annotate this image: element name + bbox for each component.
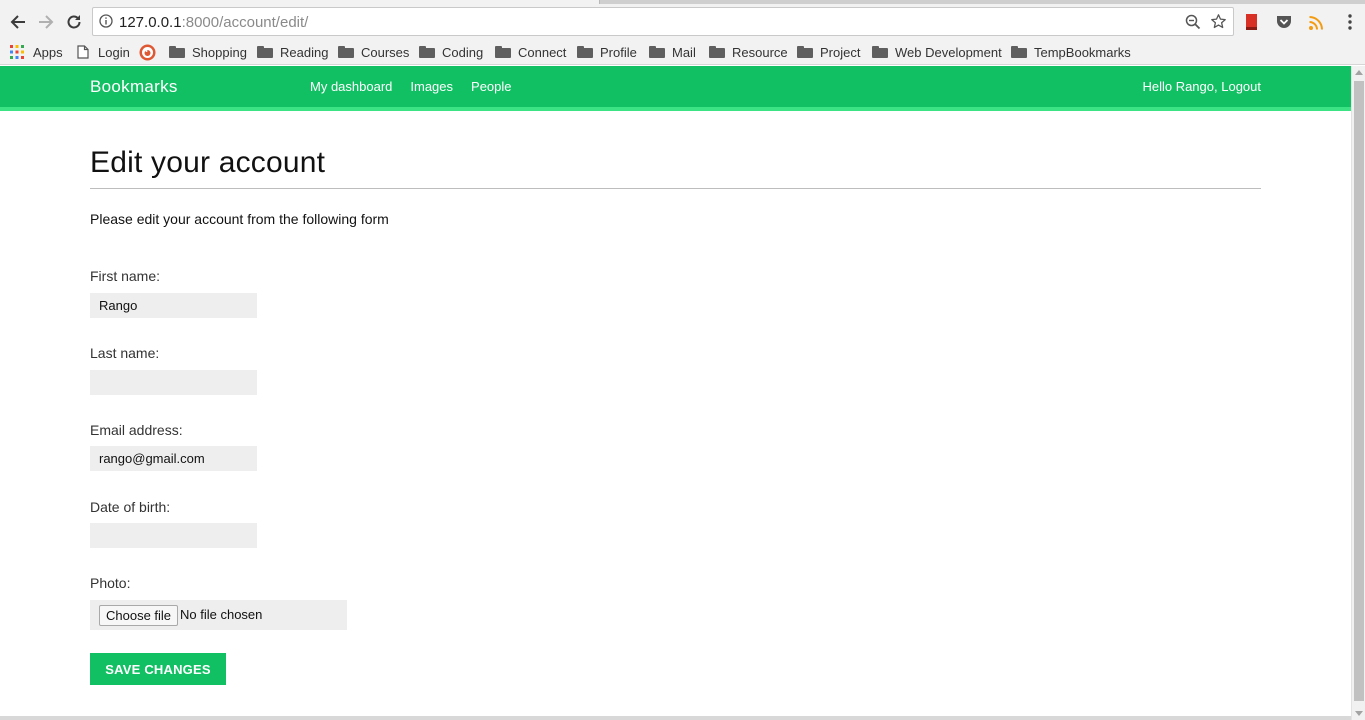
folder-icon <box>1011 46 1027 58</box>
date-of-birth-label: Date of birth: <box>90 499 171 515</box>
bookmark-duckduckgo[interactable] <box>139 42 156 62</box>
bookmark-label: Coding <box>442 44 484 60</box>
forward-arrow-icon <box>39 15 54 29</box>
back-arrow-icon <box>10 15 25 29</box>
folder-icon <box>169 46 185 58</box>
bookmark-folder-profile[interactable]: Profile <box>577 42 637 62</box>
bookmark-label: Login <box>98 44 130 60</box>
bookmark-label: TempBookmarks <box>1034 44 1131 60</box>
folder-icon <box>649 46 665 58</box>
page-scrollbar[interactable] <box>1351 66 1365 720</box>
page-viewport: Bookmarks My dashboard Images People Hel… <box>0 66 1351 720</box>
email-input[interactable] <box>90 446 257 471</box>
bookmark-folder-courses[interactable]: Courses <box>338 42 409 62</box>
page-title: Edit your account <box>90 146 1261 189</box>
bookmark-label: Shopping <box>192 44 247 60</box>
bookmark-folder-project[interactable]: Project <box>797 42 860 62</box>
pocket-extension-icon[interactable] <box>1274 12 1294 32</box>
site-header: Bookmarks My dashboard Images People Hel… <box>0 66 1351 111</box>
bookmark-label: Profile <box>600 44 637 60</box>
folder-icon <box>338 46 354 58</box>
bookmark-folder-coding[interactable]: Coding <box>419 42 483 62</box>
menu-images[interactable]: Images <box>410 79 453 94</box>
bookmark-label: Courses <box>361 44 410 60</box>
folder-icon <box>419 46 435 58</box>
last-name-input[interactable] <box>90 370 257 395</box>
zoom-out-icon[interactable] <box>1185 14 1201 30</box>
user-greeting: Hello Rango, <box>1142 79 1218 94</box>
book-extension-icon[interactable] <box>1242 12 1262 32</box>
duckduckgo-icon <box>139 44 156 60</box>
email-label: Email address: <box>90 422 183 438</box>
bookmark-label: Mail <box>672 44 696 60</box>
bookmark-label: Connect <box>518 44 567 60</box>
main-content: Edit your account Please edit your accou… <box>90 146 1261 227</box>
scrollbar-thumb[interactable] <box>1354 81 1364 701</box>
folder-icon <box>257 46 273 58</box>
page-intro: Please edit your account from the follow… <box>90 211 389 227</box>
bookmark-apps[interactable]: Apps <box>10 42 63 62</box>
bookmark-folder-web-development[interactable]: Web Development <box>872 42 1002 62</box>
save-changes-button[interactable]: SAVE CHANGES <box>90 653 226 685</box>
forward-button[interactable] <box>34 10 58 34</box>
first-name-input[interactable] <box>90 293 257 318</box>
last-name-label: Last name: <box>90 345 160 361</box>
bookmark-folder-tempbookmarks[interactable]: TempBookmarks <box>1011 42 1131 62</box>
bookmark-label: Resource <box>732 44 788 60</box>
window-bottom-edge <box>0 716 1351 720</box>
folder-icon <box>495 46 511 58</box>
user-area: Hello Rango, Logout <box>1142 79 1261 94</box>
scroll-down-icon[interactable] <box>1355 711 1363 716</box>
menu-my-dashboard[interactable]: My dashboard <box>310 79 392 94</box>
photo-label: Photo: <box>90 575 131 591</box>
apps-grid-icon <box>10 45 24 59</box>
bookmark-folder-mail[interactable]: Mail <box>649 42 696 62</box>
bookmark-login[interactable]: Login <box>77 42 130 62</box>
file-status-text: No file chosen <box>180 607 263 622</box>
reload-icon <box>67 15 81 29</box>
bookmark-folder-connect[interactable]: Connect <box>495 42 566 62</box>
info-icon[interactable] <box>99 14 113 28</box>
bookmark-star-icon[interactable] <box>1210 13 1227 30</box>
reload-button[interactable] <box>62 10 86 34</box>
bookmark-folder-resource[interactable]: Resource <box>709 42 788 62</box>
logout-link[interactable]: Logout <box>1221 79 1261 94</box>
menu-people[interactable]: People <box>471 79 511 94</box>
url-path: :8000/account/edit/ <box>181 14 309 31</box>
browser-menu-icon[interactable] <box>1340 12 1360 32</box>
bookmark-folder-shopping[interactable]: Shopping <box>169 42 247 62</box>
bookmarks-bar: Apps Login Shopping Reading Courses Codi… <box>0 38 1365 65</box>
browser-toolbar: 127.0.0.1:8000/account/edit/ <box>0 4 1365 38</box>
url-host: 127.0.0.1 <box>119 14 182 31</box>
scroll-up-icon[interactable] <box>1355 70 1363 75</box>
url-text[interactable]: 127.0.0.1:8000/account/edit/ <box>119 14 308 31</box>
main-menu: My dashboard Images People <box>310 79 530 94</box>
site-logo[interactable]: Bookmarks <box>90 77 178 97</box>
rss-feed-icon[interactable] <box>1306 12 1326 32</box>
back-button[interactable] <box>6 10 30 34</box>
date-of-birth-input[interactable] <box>90 523 257 548</box>
bookmark-label: Web Development <box>895 44 1002 60</box>
bookmark-label: Reading <box>280 44 329 60</box>
folder-icon <box>577 46 593 58</box>
choose-file-button[interactable]: Choose file <box>99 605 179 626</box>
photo-file-input: Choose file No file chosen <box>90 600 347 630</box>
bookmark-folder-reading[interactable]: Reading <box>257 42 328 62</box>
bookmark-label: Project <box>820 44 861 60</box>
folder-icon <box>872 46 888 58</box>
bookmark-label: Apps <box>33 44 63 60</box>
page-icon <box>77 45 89 59</box>
folder-icon <box>797 46 813 58</box>
address-bar[interactable]: 127.0.0.1:8000/account/edit/ <box>92 7 1234 36</box>
folder-icon <box>709 46 725 58</box>
first-name-label: First name: <box>90 268 161 284</box>
